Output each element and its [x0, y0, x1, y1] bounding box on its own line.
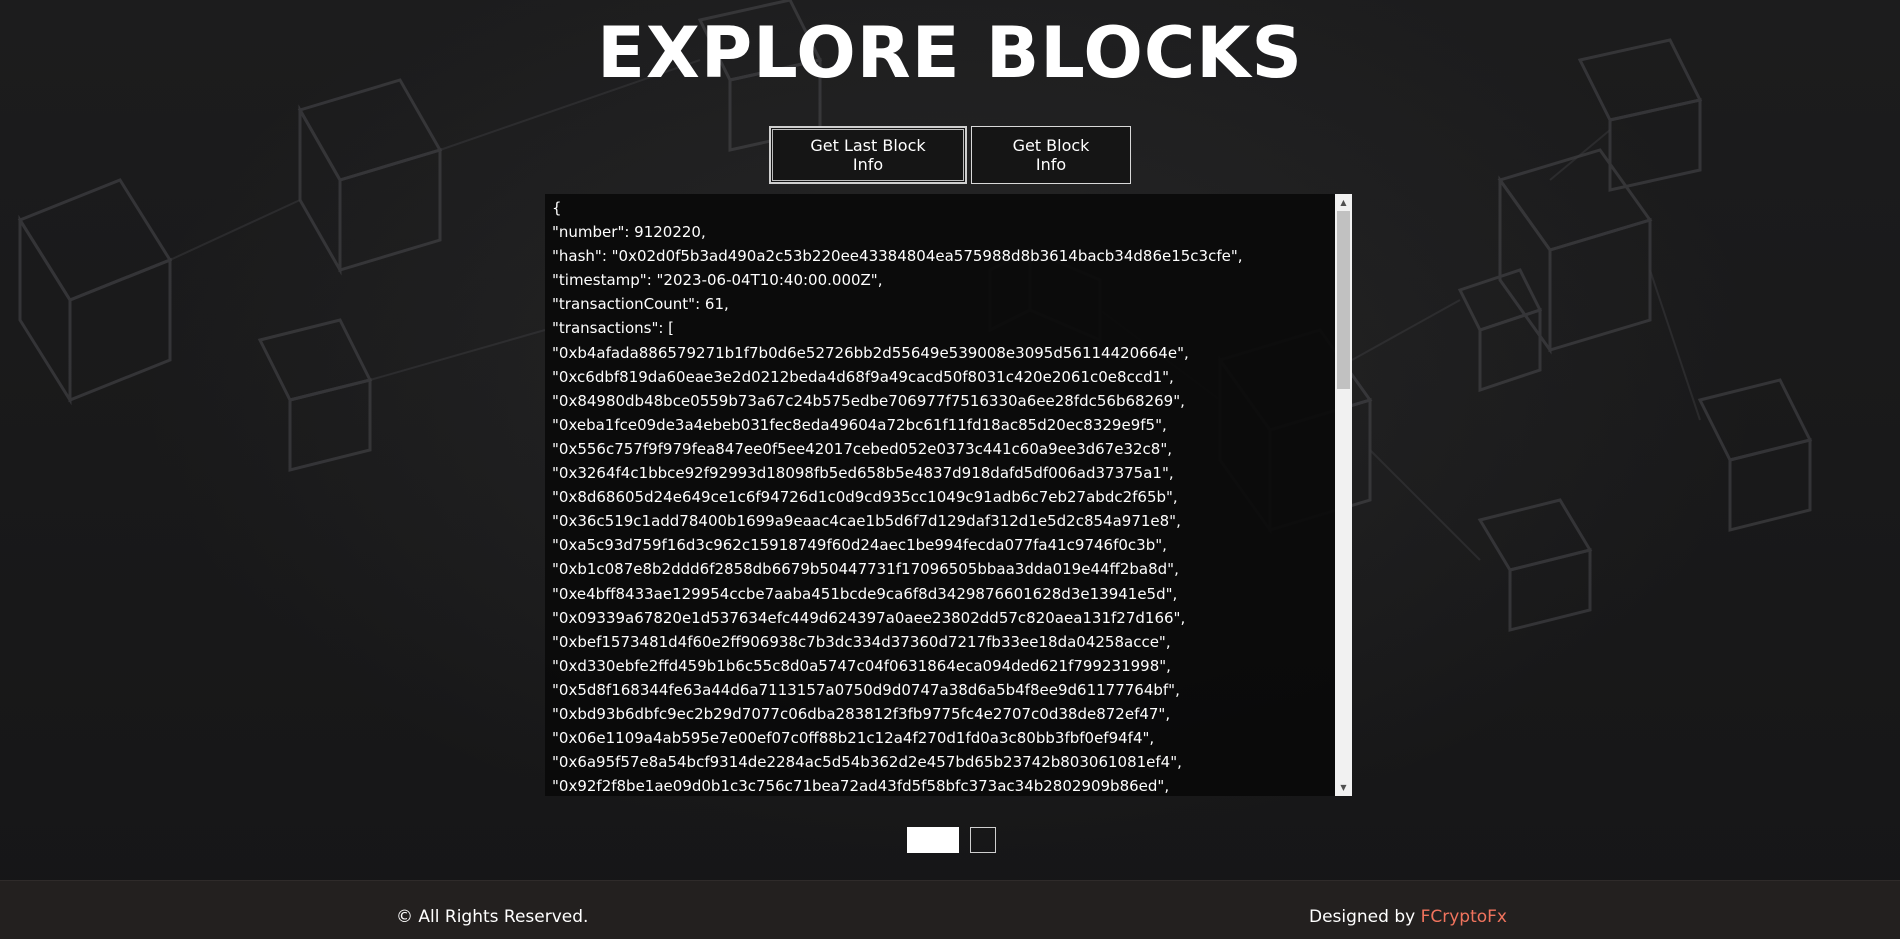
page-title: EXPLORE BLOCKS — [597, 12, 1303, 94]
block-json-output[interactable]: { "number": 9120220, "hash": "0x02d0f5b3… — [545, 194, 1352, 796]
action-buttons: Get Last Block Info Get Block Info — [0, 126, 1900, 184]
vertical-scrollbar[interactable]: ▲ ▼ — [1335, 194, 1352, 796]
json-line: "0xd330ebfe2ffd459b1b6c55c8d0a5747c04f06… — [552, 656, 1171, 675]
json-line: "timestamp": "2023-06-04T10:40:00.000Z", — [552, 271, 883, 290]
json-line: "0xb4afada886579271b1f7b0d6e52726bb2d556… — [552, 343, 1189, 362]
page: EXPLORE BLOCKS Get Last Block Info Get B… — [0, 0, 1900, 939]
json-line: "0x3264f4c1bbce92f92993d18098fb5ed658b5e… — [552, 464, 1174, 483]
json-line: "0x8d68605d24e649ce1c6f94726d1c0d9cd935c… — [552, 488, 1178, 507]
json-line: "0xbd93b6dbfc9ec2b29d7077c06dba283812f3f… — [552, 704, 1171, 723]
designer-link[interactable]: FCryptoFx — [1421, 907, 1507, 927]
json-line: "transactionCount": 61, — [552, 295, 729, 314]
json-line: "0xc6dbf819da60eae3e2d0212beda4d68f9a49c… — [552, 367, 1174, 386]
json-line: "0x09339a67820e1d537634efc449d624397a0ae… — [552, 608, 1186, 627]
json-line: "0x556c757f9f979fea847ee0f5ee42017cebed0… — [552, 439, 1173, 458]
json-line: "0x5d8f168344fe63a44d6a7113157a0750d9d07… — [552, 680, 1180, 699]
json-line: { — [552, 199, 562, 217]
json-line: "0x36c519c1add78400b1699a9eaac4cae1b5d6f… — [552, 512, 1181, 531]
json-line: "0xb1c087e8b2ddd6f2858db6679b50447731f17… — [552, 560, 1179, 579]
json-line: "0xe4bff8433ae129954ccbe7aaba451bcde9ca6… — [552, 584, 1178, 603]
triangle-down-icon[interactable]: ▼ — [1335, 779, 1352, 796]
json-line: "0x06e1109a4ab595e7e00ef07c0ff88b21c12a4… — [552, 729, 1155, 748]
json-line: "0xbef1573481d4f60e2ff906938c7b3dc334d37… — [552, 632, 1171, 651]
designed-by: Designed by FCryptoFx — [1309, 907, 1507, 927]
json-line: "0xeba1fce09de3a4ebeb031fec8eda49604a72b… — [552, 415, 1167, 434]
footer: © All Rights Reserved. Designed by FCryp… — [0, 880, 1900, 939]
get-block-info-button[interactable]: Get Block Info — [971, 126, 1131, 184]
json-line: "0x84980db48bce0559b73a67c24b575edbe7069… — [552, 391, 1185, 410]
json-text: { "number": 9120220, "hash": "0x02d0f5b3… — [552, 196, 1332, 796]
page-button-2[interactable] — [970, 827, 996, 853]
designed-by-label: Designed by — [1308, 907, 1421, 927]
json-line: "number": 9120220, — [552, 223, 706, 242]
get-last-block-info-button[interactable]: Get Last Block Info — [769, 126, 967, 184]
json-line: "0xa5c93d759f16d3c962c15918749f60d24aec1… — [552, 536, 1167, 555]
pagination — [907, 827, 996, 853]
json-line: "hash": "0x02d0f5b3ad490a2c53b220ee43384… — [552, 247, 1243, 266]
json-line: "0x92f2f8be1ae09d0b1c3c756c71bea72ad43fd… — [552, 777, 1170, 796]
copyright-text: © All Rights Reserved. — [396, 907, 589, 927]
scrollbar-thumb[interactable] — [1337, 211, 1350, 389]
json-line: "transactions": [ — [552, 319, 675, 338]
page-button-1[interactable] — [907, 827, 959, 853]
triangle-up-icon[interactable]: ▲ — [1335, 194, 1352, 211]
json-line: "0x6a95f57e8a54bcf9314de2284ac5d54b362d2… — [552, 753, 1182, 772]
